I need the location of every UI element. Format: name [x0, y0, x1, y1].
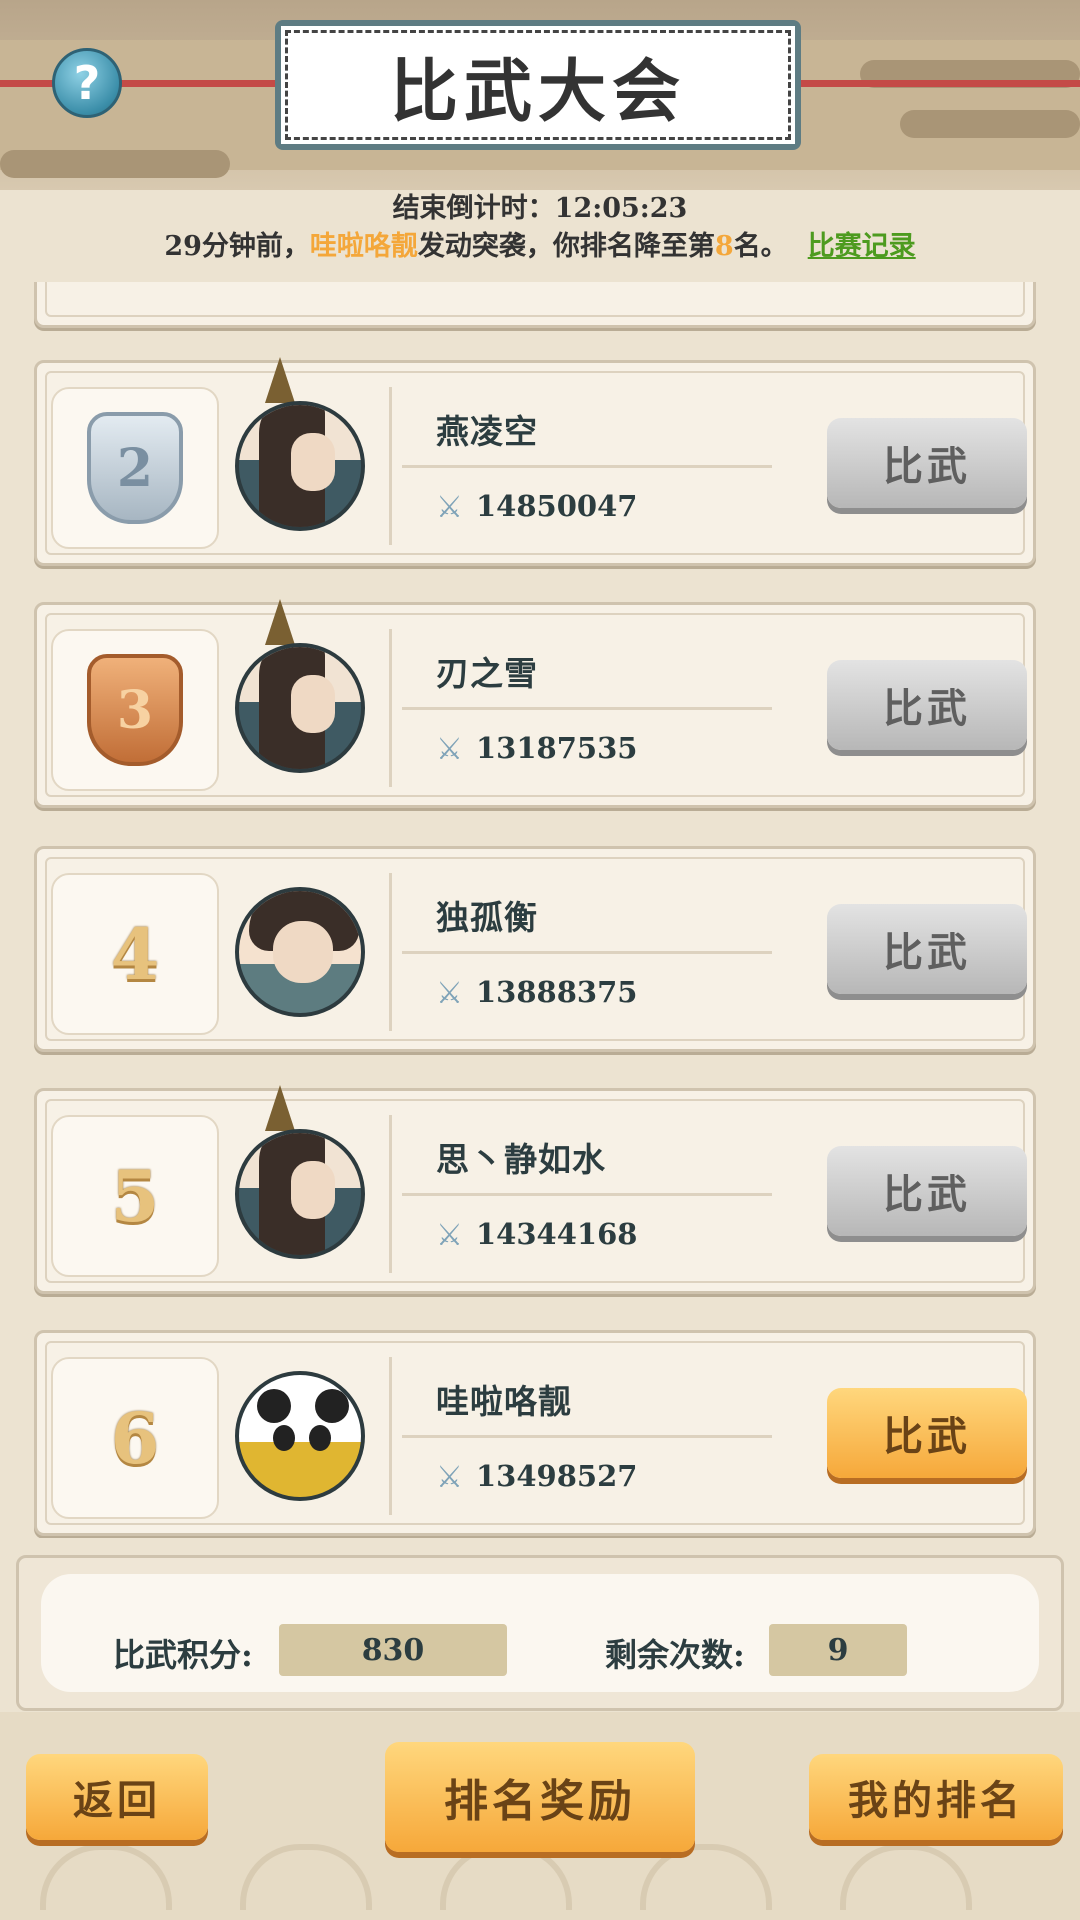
rank-number: 4 [110, 912, 160, 996]
help-button[interactable]: ? [52, 48, 122, 118]
list-item: 6 哇啦咯靓 ⚔ 13498527 比武 [34, 1330, 1036, 1536]
my-rank-button[interactable]: 我的排名 [809, 1754, 1063, 1840]
notice-middle: 发动突袭，你排名降至第 [417, 231, 715, 262]
player-name: 思丶静如水 [436, 1140, 606, 1179]
back-button[interactable]: 返回 [26, 1754, 208, 1840]
avatar [235, 887, 365, 1017]
cloud-decoration [0, 150, 230, 178]
challenge-button[interactable]: 比武 [827, 1146, 1027, 1236]
notice-suffix: 名。 [733, 231, 788, 262]
silver-rank-badge: 2 [87, 412, 183, 524]
player-name: 独孤衡 [436, 898, 538, 937]
rank-rewards-button[interactable]: 排名奖励 [385, 1742, 695, 1852]
rank-box: 4 [51, 873, 219, 1035]
match-record-link[interactable]: 比赛记录 [808, 231, 916, 262]
attacker-name: 哇啦咯靓 [309, 231, 418, 262]
player-name: 燕凌空 [436, 412, 538, 451]
combat-power: 14850047 [476, 489, 638, 523]
player-name: 哇啦咯靓 [436, 1382, 572, 1421]
list-item-partial [34, 282, 1036, 328]
avatar [235, 643, 365, 773]
challenge-button[interactable]: 比武 [827, 660, 1027, 750]
crossed-swords-icon: ⚔ [436, 1218, 463, 1253]
notice-prefix: 29分钟前， [164, 231, 310, 262]
combat-power: 13888375 [476, 975, 638, 1009]
current-rank: 8 [714, 231, 734, 262]
crossed-swords-icon: ⚔ [436, 976, 463, 1011]
bronze-rank-badge: 3 [87, 654, 183, 766]
rope-right [786, 80, 1080, 87]
rank-box: 2 [51, 387, 219, 549]
player-name: 刃之雪 [436, 654, 538, 693]
avatar [235, 1371, 365, 1501]
rank-box: 6 [51, 1357, 219, 1519]
list-item: 3 刃之雪 ⚔ 13187535 比武 [34, 599, 1036, 808]
challenge-button[interactable]: 比武 [827, 1388, 1027, 1478]
list-item: 4 独孤衡 ⚔ 13888375 比武 [34, 846, 1036, 1052]
crossed-swords-icon: ⚔ [436, 1460, 463, 1495]
challenge-button[interactable]: 比武 [827, 418, 1027, 508]
stats-panel: 比武积分: 830 剩余次数: 9 [16, 1555, 1064, 1711]
combat-power: 13498527 [476, 1459, 638, 1493]
score-label: 比武积分: [113, 1636, 253, 1674]
avatar [235, 401, 365, 531]
rank-number: 6 [110, 1396, 160, 1480]
rank-box: 5 [51, 1115, 219, 1277]
ranking-list[interactable]: 2 燕凌空 ⚔ 14850047 比武 3 刃之雪 ⚔ 13187535 比武 … [0, 282, 1080, 1538]
rank-number: 5 [110, 1154, 160, 1238]
combat-power: 13187535 [476, 731, 638, 765]
question-icon: ? [73, 56, 101, 110]
cloud-decoration [900, 110, 1080, 138]
remaining-value: 9 [769, 1624, 907, 1676]
title-banner: 比武大会 [275, 20, 801, 150]
crossed-swords-icon: ⚔ [436, 732, 463, 767]
countdown-timer: 结束倒计时：12:05:23 [392, 193, 688, 224]
attack-notice: 29分钟前，哇啦咯靓发动突袭，你排名降至第8名。 比赛记录 [0, 224, 1080, 263]
remaining-label: 剩余次数: [605, 1636, 745, 1674]
rank-box: 3 [51, 629, 219, 791]
list-item: 5 思丶静如水 ⚔ 14344168 比武 [34, 1085, 1036, 1294]
score-value: 830 [279, 1624, 507, 1676]
list-item: 2 燕凌空 ⚔ 14850047 比武 [34, 357, 1036, 566]
combat-power: 14344168 [476, 1217, 638, 1251]
challenge-button[interactable]: 比武 [827, 904, 1027, 994]
avatar [235, 1129, 365, 1259]
crossed-swords-icon: ⚔ [436, 490, 463, 525]
rope-left [0, 80, 290, 87]
page-title: 比武大会 [281, 26, 795, 144]
